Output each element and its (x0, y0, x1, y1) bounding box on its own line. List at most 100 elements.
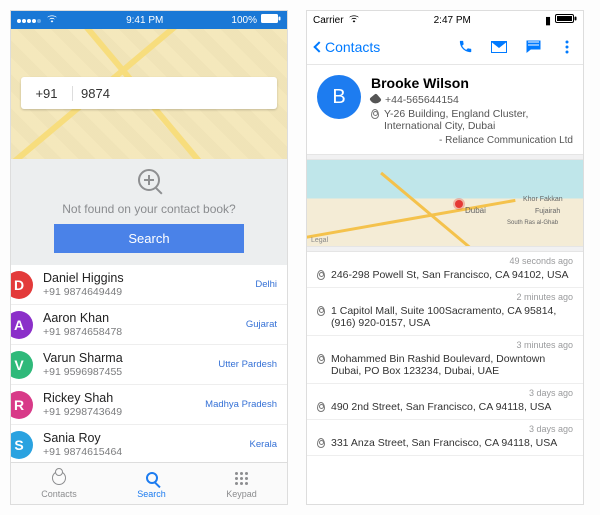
location-history[interactable]: 49 seconds ago 246-298 Powell St, San Fr… (307, 252, 583, 504)
phone-right: Carrier 2:47 PM ▮ Contacts B Brooke Wil (306, 10, 584, 505)
history-address: Mohammed Bin Rashid Boulevard, Downtown … (331, 353, 573, 377)
avatar: V (11, 351, 33, 379)
battery-icon (555, 14, 577, 26)
contact-phone: +91 9874649449 (43, 286, 255, 298)
search-cancel-icon (138, 169, 160, 191)
contact-name: Aaron Khan (43, 311, 246, 325)
contact-row[interactable]: D Daniel Higgins +91 9874649449 Delhi (11, 265, 287, 305)
avatar: A (11, 311, 33, 339)
signal-dots-icon (17, 15, 42, 26)
contact-phone: +91 9596987455 (43, 366, 218, 378)
location-map[interactable]: Dubai Khor Fakkan Fujairah South Ras al-… (307, 160, 583, 246)
keypad-icon (232, 468, 252, 488)
tab-bar: Contacts Search Keypad (11, 462, 287, 504)
tab-search[interactable]: Search (137, 468, 166, 499)
history-address: 490 2nd Street, San Francisco, CA 94118,… (331, 401, 551, 413)
phone-icon (369, 93, 382, 106)
history-time: 2 minutes ago (317, 292, 573, 302)
avatar: S (11, 431, 33, 459)
back-label: Contacts (325, 39, 380, 55)
avatar: D (11, 271, 33, 299)
history-row[interactable]: 3 minutes ago Mohammed Bin Rashid Boulev… (307, 336, 583, 384)
contact-address-line: Y-26 Building, England Cluster, Internat… (371, 108, 573, 132)
contact-row[interactable]: V Varun Sharma +91 9596987455 Utter Pard… (11, 345, 287, 385)
pin-icon (317, 270, 325, 280)
avatar: B (317, 75, 361, 119)
search-icon (142, 468, 162, 488)
map-city-label: South Ras al-Ghab (507, 220, 558, 226)
contact-address: Y-26 Building, England Cluster, Internat… (384, 108, 573, 132)
map-header[interactable]: +91 9874 (11, 29, 287, 159)
contact-name: Brooke Wilson (371, 75, 573, 91)
status-time: 9:41 PM (126, 15, 163, 26)
history-time: 3 days ago (317, 424, 573, 434)
contact-region: Madhya Pradesh (205, 399, 277, 410)
battery-percent: 100% (231, 15, 257, 26)
history-time: 49 seconds ago (317, 256, 573, 266)
battery-icon (261, 14, 281, 26)
back-button[interactable]: Contacts (315, 39, 380, 55)
wifi-icon (46, 14, 58, 26)
not-found-panel: Not found on your contact book? Search (11, 159, 287, 265)
pin-icon (371, 109, 379, 119)
history-row[interactable]: 3 days ago 490 2nd Street, San Francisco… (307, 384, 583, 420)
history-time: 3 days ago (317, 388, 573, 398)
map-pin-icon (455, 200, 463, 208)
contact-row[interactable]: R Rickey Shah +91 9298743649 Madhya Prad… (11, 385, 287, 425)
map-legal[interactable]: Legal (311, 237, 328, 244)
contact-phone: +44-565644154 (385, 94, 459, 106)
tab-label: Keypad (226, 489, 257, 499)
history-address: 1 Capitol Mall, Suite 100Sacramento, CA … (331, 305, 573, 329)
contact-name: Rickey Shah (43, 391, 205, 405)
pin-icon (317, 438, 325, 448)
not-found-text: Not found on your contact book? (23, 202, 275, 216)
country-code-input[interactable]: +91 (21, 86, 73, 101)
phone-left: 9:41 PM 100% +91 9874 Not found on your … (10, 10, 288, 505)
map-city-label: Khor Fakkan (523, 196, 563, 203)
pin-icon (317, 354, 325, 364)
map-city-label: Fujairah (535, 208, 560, 215)
contact-region: Gujarat (246, 319, 277, 330)
call-icon[interactable] (457, 39, 473, 55)
contact-list[interactable]: D Daniel Higgins +91 9874649449 Delhi A … (11, 265, 287, 462)
contact-row[interactable]: A Aaron Khan +91 9874658478 Gujarat (11, 305, 287, 345)
contact-name: Daniel Higgins (43, 271, 255, 285)
avatar: R (11, 391, 33, 419)
pin-icon (317, 306, 325, 316)
contacts-icon (49, 468, 69, 488)
status-bar: Carrier 2:47 PM ▮ (307, 11, 583, 29)
contact-region: Kerala (250, 439, 277, 450)
more-icon[interactable] (559, 39, 575, 55)
carrier-text: Carrier (313, 15, 344, 26)
tab-keypad[interactable]: Keypad (226, 468, 257, 499)
history-address: 246-298 Powell St, San Francisco, CA 941… (331, 269, 569, 281)
battery-full-icon: ▮ (545, 14, 551, 27)
search-button[interactable]: Search (54, 224, 244, 253)
contact-name: Sania Roy (43, 431, 250, 445)
contact-name: Varun Sharma (43, 351, 218, 365)
status-bar: 9:41 PM 100% (11, 11, 287, 29)
contact-phone-line: +44-565644154 (371, 94, 573, 106)
nav-bar: Contacts (307, 29, 583, 65)
search-bar[interactable]: +91 9874 (21, 77, 277, 109)
status-time: 2:47 PM (434, 15, 471, 26)
contact-region: Delhi (255, 279, 277, 290)
history-row[interactable]: 2 minutes ago 1 Capitol Mall, Suite 100S… (307, 288, 583, 336)
pin-icon (317, 402, 325, 412)
contact-region: Utter Pardesh (218, 359, 277, 370)
number-input[interactable]: 9874 (73, 86, 277, 101)
history-address: 331 Anza Street, San Francisco, CA 94118… (331, 437, 557, 449)
history-row[interactable]: 49 seconds ago 246-298 Powell St, San Fr… (307, 252, 583, 288)
wifi-icon (348, 14, 360, 26)
carrier-line: - Reliance Communication Ltd (371, 135, 573, 146)
tab-label: Contacts (41, 489, 77, 499)
tab-contacts[interactable]: Contacts (41, 468, 77, 499)
history-row[interactable]: 3 days ago 331 Anza Street, San Francisc… (307, 420, 583, 456)
email-icon[interactable] (491, 39, 507, 55)
history-time: 3 minutes ago (317, 340, 573, 350)
contact-phone: +91 9874658478 (43, 326, 246, 338)
contact-row[interactable]: S Sania Roy +91 9874615464 Kerala (11, 425, 287, 462)
map-city-label: Dubai (465, 206, 486, 215)
message-icon[interactable] (525, 39, 541, 55)
contact-phone: +91 9298743649 (43, 406, 205, 418)
